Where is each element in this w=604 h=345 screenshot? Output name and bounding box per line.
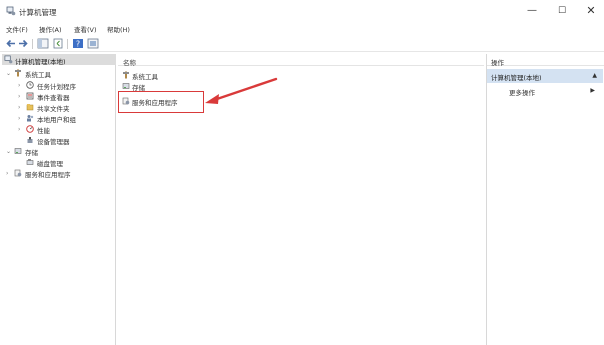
expand-chevron-icon[interactable]: › (18, 126, 24, 133)
menu-file[interactable]: 文件(F) (6, 24, 28, 34)
window-title: 计算机管理 (19, 8, 57, 17)
menu-help[interactable]: 帮助(H) (107, 24, 130, 34)
expand-chevron-icon[interactable]: › (6, 170, 12, 177)
column-header-label: 名称 (123, 59, 136, 67)
actions-header-label: 操作 (491, 59, 504, 67)
computer-management-icon (6, 6, 16, 16)
properties-icon[interactable] (52, 38, 64, 49)
tools-icon (15, 69, 21, 77)
show-hide-tree-icon[interactable] (37, 38, 49, 49)
tree-item-label: 任务计划程序 (37, 83, 76, 91)
view-pane-icon[interactable] (87, 38, 99, 49)
submenu-arrow-icon: ▶ (590, 87, 595, 94)
svg-text:?: ? (76, 40, 80, 49)
tree-item-device-manager[interactable]: 设备管理器 (18, 135, 114, 146)
more-actions-label: 更多操作 (509, 89, 535, 97)
actions-section-label: 计算机管理(本地) (491, 74, 542, 82)
storage-icon (122, 83, 130, 89)
tree-item-label: 性能 (37, 127, 50, 135)
tree-item-label: 事件查看器 (37, 94, 70, 102)
storage-icon (14, 148, 22, 154)
tree-item-label: 系统工具 (25, 71, 51, 79)
disk-icon (26, 159, 34, 165)
close-button[interactable]: ✕ (580, 4, 602, 18)
collapse-chevron-icon[interactable]: ⌄ (6, 70, 12, 77)
expand-chevron-icon[interactable]: › (18, 93, 24, 100)
tree-item-services-applications[interactable]: › 服务和应用程序 (6, 168, 114, 179)
navigation-tree: 计算机管理(本地) ⌄ 系统工具 › 任务计划程序 › 事件查看器 › 共享文件… (2, 54, 116, 345)
tree-item-label: 存储 (25, 149, 38, 157)
expand-chevron-icon[interactable]: › (18, 82, 24, 89)
event-viewer-icon (26, 92, 34, 100)
menu-bar: 文件(F) 操作(A) 查看(V) 帮助(H) (0, 22, 604, 35)
list-item-system-tools[interactable]: 系统工具 (122, 70, 242, 81)
forward-arrow-icon[interactable] (17, 38, 29, 49)
content-list: 名称 系统工具 存储 服务和应用程序 (118, 54, 484, 345)
collapse-chevron-icon[interactable]: ⌄ (6, 148, 12, 155)
menu-view[interactable]: 查看(V) (74, 24, 97, 34)
tree-root-item[interactable]: 计算机管理(本地) (2, 54, 116, 66)
tree-item-label: 服务和应用程序 (25, 171, 71, 179)
tree-item-shared-folders[interactable]: › 共享文件夹 (18, 102, 114, 113)
performance-icon (26, 125, 34, 133)
tools-icon (123, 71, 129, 79)
annotation-highlight-box (118, 91, 204, 113)
help-icon[interactable]: ? (72, 38, 84, 49)
tree-item-system-tools[interactable]: ⌄ 系统工具 (6, 68, 114, 79)
title-bar: 计算机管理 — ☐ ✕ (0, 0, 604, 22)
actions-header: 操作 (487, 54, 604, 67)
services-icon (14, 169, 22, 177)
shared-folder-icon (26, 104, 34, 111)
actions-pane: 操作 计算机管理(本地) ▲ 更多操作 ▶ (486, 54, 604, 345)
menu-action[interactable]: 操作(A) (39, 24, 62, 34)
tree-item-performance[interactable]: › 性能 (18, 124, 114, 135)
minimize-button[interactable]: — (521, 4, 543, 18)
expand-chevron-icon[interactable]: › (18, 104, 24, 111)
tree-item-storage[interactable]: ⌄ 存储 (6, 146, 114, 157)
list-item-label: 系统工具 (132, 73, 158, 81)
tree-item-event-viewer[interactable]: › 事件查看器 (18, 91, 114, 102)
actions-section-computer-management[interactable]: 计算机管理(本地) ▲ (487, 69, 603, 83)
toolbar: ? (0, 36, 604, 52)
name-column-header[interactable]: 名称 (118, 54, 484, 67)
tree-item-label: 设备管理器 (37, 138, 70, 146)
toolbar-separator (32, 39, 33, 49)
tree-item-label: 磁盘管理 (37, 160, 63, 168)
tree-item-label: 共享文件夹 (37, 105, 70, 113)
tree-item-label: 本地用户和组 (37, 116, 76, 124)
tree-item-task-scheduler[interactable]: › 任务计划程序 (18, 80, 114, 91)
computer-management-icon (4, 55, 13, 64)
tree-root-label: 计算机管理(本地) (15, 57, 66, 66)
device-manager-icon (27, 137, 33, 143)
expand-chevron-icon[interactable]: › (18, 115, 24, 122)
toolbar-separator (67, 39, 68, 49)
maximize-button[interactable]: ☐ (551, 4, 573, 18)
tree-item-disk-management[interactable]: 磁盘管理 (18, 157, 114, 168)
collapse-caret-icon[interactable]: ▲ (592, 72, 597, 79)
back-arrow-icon[interactable] (5, 38, 17, 49)
more-actions-item[interactable]: 更多操作 ▶ (487, 85, 603, 97)
tree-item-local-users-groups[interactable]: › 本地用户和组 (18, 113, 114, 124)
users-icon (27, 115, 34, 122)
clock-icon (26, 81, 34, 89)
